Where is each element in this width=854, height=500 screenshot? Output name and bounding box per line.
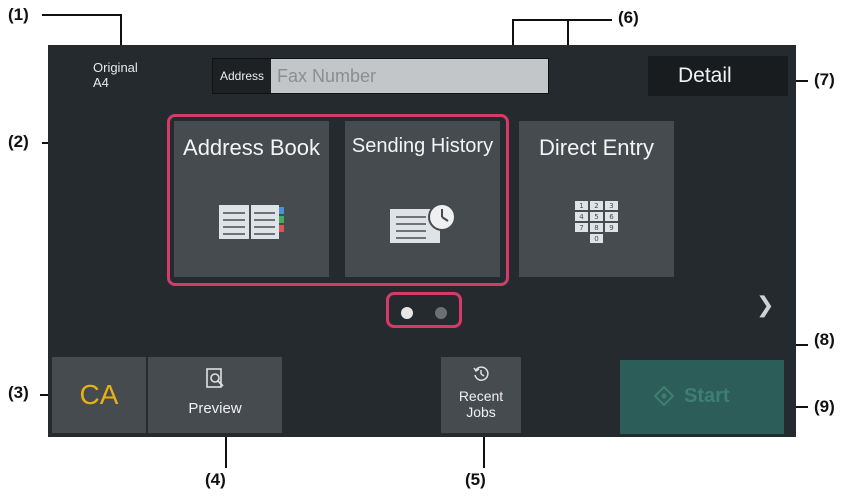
fax-number-placeholder: Fax Number xyxy=(277,66,377,86)
preview-label: Preview xyxy=(188,400,242,417)
callout-1: (1) xyxy=(8,5,29,24)
key-6: 6 xyxy=(609,213,614,221)
history-icon xyxy=(441,365,521,386)
recent-jobs-label-line2: Jobs xyxy=(466,404,496,420)
key-1: 1 xyxy=(579,202,583,210)
key-9: 9 xyxy=(609,224,613,232)
start-icon xyxy=(653,385,675,412)
leader-line-6-h xyxy=(512,19,612,21)
callout-9: (9) xyxy=(814,397,835,416)
direct-entry-label: Direct Entry xyxy=(539,135,654,160)
clear-all-button[interactable]: CA xyxy=(52,357,146,433)
page-dot-active[interactable] xyxy=(401,307,413,319)
address-label: Address xyxy=(213,59,271,93)
key-4: 4 xyxy=(579,213,584,221)
key-0: 0 xyxy=(594,235,598,243)
leader-line-1-v xyxy=(120,14,122,48)
callout-2: (2) xyxy=(8,132,29,151)
direct-entry-button[interactable]: Direct Entry 1 2 3 4 5 6 7 8 9 0 xyxy=(519,121,674,277)
callout-8: (8) xyxy=(814,330,835,349)
key-7: 7 xyxy=(579,224,583,232)
start-label: Start xyxy=(684,385,730,407)
key-2: 2 xyxy=(594,202,598,210)
preview-icon xyxy=(148,367,282,394)
original-size-indicator[interactable]: Original A4 xyxy=(93,60,138,90)
callout-3: (3) xyxy=(8,383,29,402)
detail-button[interactable]: Detail xyxy=(648,56,788,96)
address-field[interactable]: Address Fax Number xyxy=(212,58,549,94)
keypad-icon: 1 2 3 4 5 6 7 8 9 0 xyxy=(573,199,621,252)
key-3: 3 xyxy=(609,202,613,210)
callout-4: (4) xyxy=(205,470,226,489)
original-label: Original xyxy=(93,60,138,75)
highlight-frame-tiles xyxy=(167,114,509,286)
page-indicator[interactable] xyxy=(386,292,462,328)
callout-5: (5) xyxy=(465,470,486,489)
page-dot-inactive[interactable] xyxy=(435,307,447,319)
key-5: 5 xyxy=(594,213,598,221)
original-size-value: A4 xyxy=(93,75,109,90)
callout-6: (6) xyxy=(618,8,639,27)
start-button[interactable]: Start xyxy=(620,360,784,434)
callout-7: (7) xyxy=(814,70,835,89)
key-8: 8 xyxy=(594,224,598,232)
preview-button[interactable]: Preview xyxy=(148,357,282,433)
recent-jobs-label-line1: Recent xyxy=(458,388,504,404)
leader-line-1 xyxy=(42,14,122,16)
recent-jobs-button[interactable]: Recent Jobs xyxy=(441,357,521,433)
chevron-right-icon[interactable]: ❯ xyxy=(756,292,774,318)
